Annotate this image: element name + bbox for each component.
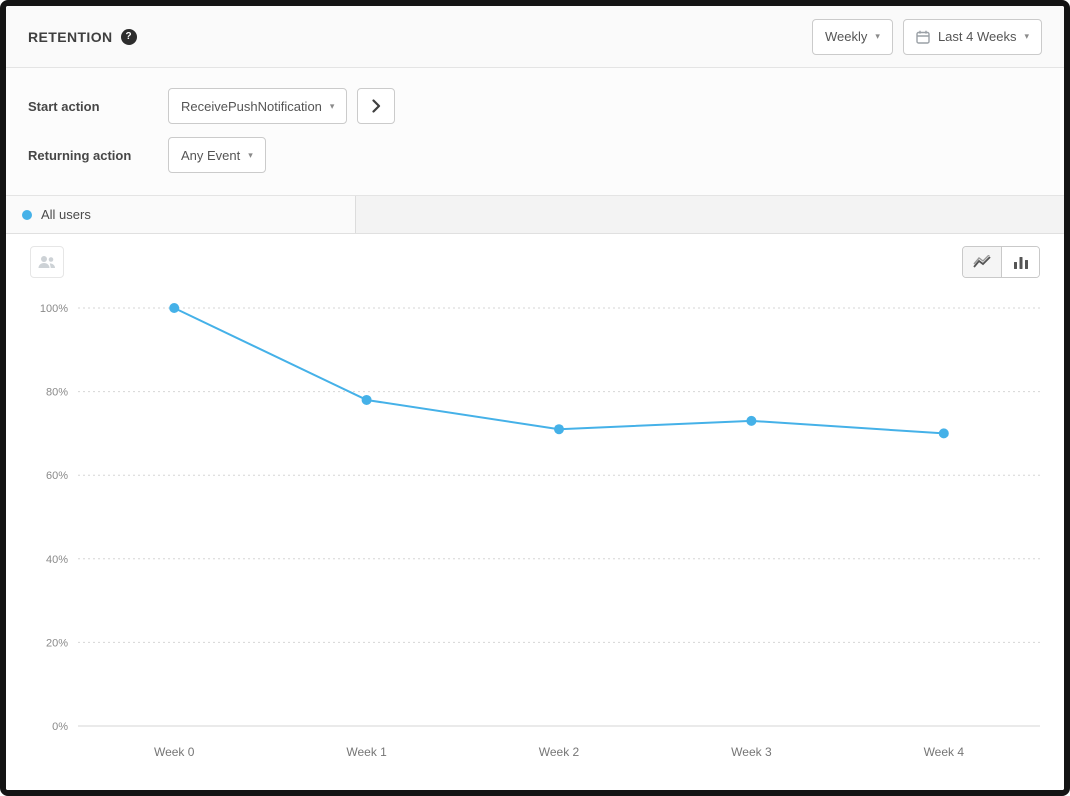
returning-action-label: Returning action: [28, 148, 168, 163]
start-action-label: Start action: [28, 99, 168, 114]
report-title-group: RETENTION ?: [28, 29, 137, 45]
svg-text:20%: 20%: [46, 637, 68, 649]
svg-text:Week 2: Week 2: [539, 745, 580, 759]
help-icon[interactable]: ?: [121, 29, 137, 45]
calendar-icon: [916, 30, 930, 44]
bar-chart-toggle[interactable]: [1001, 247, 1039, 277]
start-action-row: Start action ReceivePushNotification ▾: [28, 88, 1042, 124]
next-step-button[interactable]: [357, 88, 395, 124]
svg-text:0%: 0%: [52, 721, 68, 733]
chevron-down-icon: ▾: [330, 102, 335, 111]
returning-action-dropdown[interactable]: Any Event ▾: [168, 137, 266, 173]
line-chart-icon: [973, 255, 991, 269]
report-header: RETENTION ? Weekly ▾ Last 4 Weeks ▾: [6, 6, 1064, 68]
page-title: RETENTION: [28, 29, 113, 45]
chart-type-toggle: [962, 246, 1040, 278]
segment-tabbar: All users: [6, 196, 1064, 234]
chart-svg: 0% 20% 40% 60% 80% 100% Week 0 Week 1 Week 2 Week…: [30, 290, 1044, 770]
svg-text:Week 3: Week 3: [731, 745, 772, 759]
date-range-value: Last 4 Weeks: [938, 29, 1017, 44]
granularity-value: Weekly: [825, 29, 867, 44]
users-icon: [38, 255, 56, 269]
start-action-value: ReceivePushNotification: [181, 99, 322, 114]
header-controls: Weekly ▾ Last 4 Weeks ▾: [812, 19, 1042, 55]
svg-text:Week 4: Week 4: [924, 745, 965, 759]
svg-text:Week 0: Week 0: [154, 745, 195, 759]
tab-all-users[interactable]: All users: [6, 196, 356, 233]
start-action-dropdown[interactable]: ReceivePushNotification ▾: [168, 88, 347, 124]
svg-text:Week 1: Week 1: [346, 745, 387, 759]
returning-action-value: Any Event: [181, 148, 240, 163]
chart-panel: 0% 20% 40% 60% 80% 100% Week 0 Week 1 Week 2 Week…: [6, 234, 1064, 790]
svg-text:40%: 40%: [46, 554, 68, 566]
line-chart-toggle[interactable]: [963, 247, 1001, 277]
svg-text:60%: 60%: [46, 470, 68, 482]
svg-text:80%: 80%: [46, 387, 68, 399]
filters-section: Start action ReceivePushNotification ▾ R…: [6, 68, 1064, 196]
granularity-dropdown[interactable]: Weekly ▾: [812, 19, 893, 55]
returning-action-row: Returning action Any Event ▾: [28, 137, 1042, 173]
series-color-dot: [22, 210, 32, 220]
retention-report-window: RETENTION ? Weekly ▾ Last 4 Weeks ▾: [0, 0, 1070, 796]
chart-toolbar: [30, 246, 1040, 290]
chevron-down-icon: ▾: [875, 32, 880, 41]
date-range-dropdown[interactable]: Last 4 Weeks ▾: [903, 19, 1042, 55]
chevron-right-icon: [372, 99, 381, 113]
chevron-down-icon: ▾: [248, 151, 253, 160]
bar-chart-icon: [1013, 255, 1029, 269]
chevron-down-icon: ▾: [1024, 32, 1029, 41]
tab-label: All users: [41, 207, 91, 222]
retention-line-chart: 0% 20% 40% 60% 80% 100% Week 0 Week 1 Week 2 Week…: [30, 290, 1040, 775]
svg-text:100%: 100%: [40, 303, 68, 315]
segment-users-button[interactable]: [30, 246, 64, 278]
